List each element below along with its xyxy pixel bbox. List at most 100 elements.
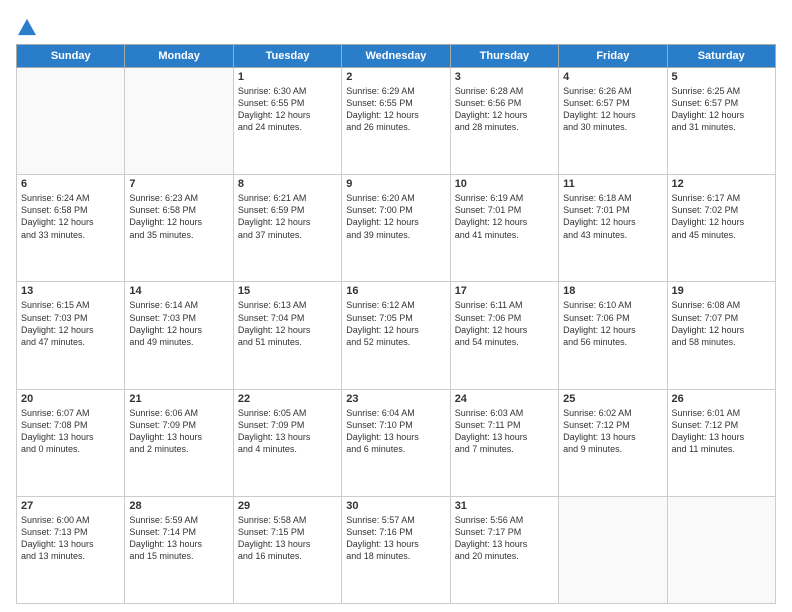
calendar-cell: 5 Sunrise: 6:25 AM Sunset: 6:57 PM Daylig…: [667, 68, 775, 175]
cell-content: Sunrise: 6:10 AM Sunset: 7:06 PM Dayligh…: [563, 299, 662, 348]
calendar-week-row: 6 Sunrise: 6:24 AM Sunset: 6:58 PM Daylig…: [17, 175, 776, 282]
calendar-cell: 6 Sunrise: 6:24 AM Sunset: 6:58 PM Daylig…: [17, 175, 125, 282]
calendar-cell: 26 Sunrise: 6:01 AM Sunset: 7:12 PM Dayli…: [667, 389, 775, 496]
cell-content: Sunrise: 5:56 AM Sunset: 7:17 PM Dayligh…: [455, 514, 554, 563]
cell-content: Sunrise: 6:08 AM Sunset: 7:07 PM Dayligh…: [672, 299, 771, 348]
cell-content: Sunrise: 5:58 AM Sunset: 7:15 PM Dayligh…: [238, 514, 337, 563]
cell-content: Sunrise: 6:23 AM Sunset: 6:58 PM Dayligh…: [129, 192, 228, 241]
calendar-cell: [125, 68, 233, 175]
calendar-cell: 8 Sunrise: 6:21 AM Sunset: 6:59 PM Daylig…: [233, 175, 341, 282]
calendar-cell: 13 Sunrise: 6:15 AM Sunset: 7:03 PM Dayli…: [17, 282, 125, 389]
day-number: 28: [129, 500, 228, 512]
cell-content: Sunrise: 6:02 AM Sunset: 7:12 PM Dayligh…: [563, 407, 662, 456]
calendar-cell: [667, 496, 775, 603]
cell-content: Sunrise: 6:17 AM Sunset: 7:02 PM Dayligh…: [672, 192, 771, 241]
day-number: 22: [238, 393, 337, 405]
cell-content: Sunrise: 6:19 AM Sunset: 7:01 PM Dayligh…: [455, 192, 554, 241]
logo-icon: [18, 18, 36, 36]
cell-content: Sunrise: 6:04 AM Sunset: 7:10 PM Dayligh…: [346, 407, 445, 456]
day-number: 30: [346, 500, 445, 512]
cell-content: Sunrise: 6:21 AM Sunset: 6:59 PM Dayligh…: [238, 192, 337, 241]
calendar-cell: 3 Sunrise: 6:28 AM Sunset: 6:56 PM Daylig…: [450, 68, 558, 175]
calendar-day-header: Friday: [559, 45, 667, 68]
calendar-cell: 17 Sunrise: 6:11 AM Sunset: 7:06 PM Dayli…: [450, 282, 558, 389]
cell-content: Sunrise: 6:11 AM Sunset: 7:06 PM Dayligh…: [455, 299, 554, 348]
calendar-cell: 15 Sunrise: 6:13 AM Sunset: 7:04 PM Dayli…: [233, 282, 341, 389]
cell-content: Sunrise: 6:07 AM Sunset: 7:08 PM Dayligh…: [21, 407, 120, 456]
calendar-cell: 25 Sunrise: 6:02 AM Sunset: 7:12 PM Dayli…: [559, 389, 667, 496]
day-number: 21: [129, 393, 228, 405]
cell-content: Sunrise: 6:12 AM Sunset: 7:05 PM Dayligh…: [346, 299, 445, 348]
day-number: 19: [672, 285, 771, 297]
calendar-cell: 28 Sunrise: 5:59 AM Sunset: 7:14 PM Dayli…: [125, 496, 233, 603]
day-number: 31: [455, 500, 554, 512]
day-number: 6: [21, 178, 120, 190]
day-number: 11: [563, 178, 662, 190]
calendar-cell: [17, 68, 125, 175]
calendar-cell: 4 Sunrise: 6:26 AM Sunset: 6:57 PM Daylig…: [559, 68, 667, 175]
calendar-cell: 21 Sunrise: 6:06 AM Sunset: 7:09 PM Dayli…: [125, 389, 233, 496]
day-number: 1: [238, 71, 337, 83]
calendar-cell: 20 Sunrise: 6:07 AM Sunset: 7:08 PM Dayli…: [17, 389, 125, 496]
cell-content: Sunrise: 6:13 AM Sunset: 7:04 PM Dayligh…: [238, 299, 337, 348]
cell-content: Sunrise: 6:15 AM Sunset: 7:03 PM Dayligh…: [21, 299, 120, 348]
day-number: 24: [455, 393, 554, 405]
calendar-cell: 29 Sunrise: 5:58 AM Sunset: 7:15 PM Dayli…: [233, 496, 341, 603]
calendar-cell: 1 Sunrise: 6:30 AM Sunset: 6:55 PM Daylig…: [233, 68, 341, 175]
day-number: 10: [455, 178, 554, 190]
day-number: 29: [238, 500, 337, 512]
calendar-cell: 22 Sunrise: 6:05 AM Sunset: 7:09 PM Dayli…: [233, 389, 341, 496]
day-number: 8: [238, 178, 337, 190]
day-number: 3: [455, 71, 554, 83]
cell-content: Sunrise: 6:26 AM Sunset: 6:57 PM Dayligh…: [563, 85, 662, 134]
day-number: 4: [563, 71, 662, 83]
day-number: 12: [672, 178, 771, 190]
cell-content: Sunrise: 6:20 AM Sunset: 7:00 PM Dayligh…: [346, 192, 445, 241]
calendar-cell: 7Sunrise: 6:23 AM Sunset: 6:58 PM Daylig…: [125, 175, 233, 282]
cell-content: Sunrise: 6:30 AM Sunset: 6:55 PM Dayligh…: [238, 85, 337, 134]
day-number: 25: [563, 393, 662, 405]
cell-content: Sunrise: 6:06 AM Sunset: 7:09 PM Dayligh…: [129, 407, 228, 456]
calendar-cell: [559, 496, 667, 603]
calendar-cell: 12 Sunrise: 6:17 AM Sunset: 7:02 PM Dayli…: [667, 175, 775, 282]
day-number: 9: [346, 178, 445, 190]
calendar-day-header: Saturday: [667, 45, 775, 68]
day-number: 2: [346, 71, 445, 83]
cell-content: Sunrise: 5:57 AM Sunset: 7:16 PM Dayligh…: [346, 514, 445, 563]
calendar-cell: 31 Sunrise: 5:56 AM Sunset: 7:17 PM Dayli…: [450, 496, 558, 603]
calendar-day-header: Monday: [125, 45, 233, 68]
cell-content: Sunrise: 5:59 AM Sunset: 7:14 PM Dayligh…: [129, 514, 228, 563]
calendar-cell: 9 Sunrise: 6:20 AM Sunset: 7:00 PM Daylig…: [342, 175, 450, 282]
cell-content: Sunrise: 6:24 AM Sunset: 6:58 PM Dayligh…: [21, 192, 120, 241]
cell-content: Sunrise: 6:25 AM Sunset: 6:57 PM Dayligh…: [672, 85, 771, 134]
day-number: 15: [238, 285, 337, 297]
day-number: 18: [563, 285, 662, 297]
page: SundayMondayTuesdayWednesdayThursdayFrid…: [0, 0, 792, 612]
cell-content: Sunrise: 6:00 AM Sunset: 7:13 PM Dayligh…: [21, 514, 120, 563]
calendar-cell: 18 Sunrise: 6:10 AM Sunset: 7:06 PM Dayli…: [559, 282, 667, 389]
calendar-week-row: 13 Sunrise: 6:15 AM Sunset: 7:03 PM Dayli…: [17, 282, 776, 389]
day-number: 20: [21, 393, 120, 405]
calendar-day-header: Thursday: [450, 45, 558, 68]
day-number: 17: [455, 285, 554, 297]
day-number: 27: [21, 500, 120, 512]
day-number: 23: [346, 393, 445, 405]
cell-content: Sunrise: 6:29 AM Sunset: 6:55 PM Dayligh…: [346, 85, 445, 134]
calendar-week-row: 27 Sunrise: 6:00 AM Sunset: 7:13 PM Dayli…: [17, 496, 776, 603]
calendar-day-header: Wednesday: [342, 45, 450, 68]
cell-content: Sunrise: 6:05 AM Sunset: 7:09 PM Dayligh…: [238, 407, 337, 456]
logo: [16, 16, 36, 36]
calendar-cell: 23 Sunrise: 6:04 AM Sunset: 7:10 PM Dayli…: [342, 389, 450, 496]
cell-content: Sunrise: 6:01 AM Sunset: 7:12 PM Dayligh…: [672, 407, 771, 456]
day-number: 5: [672, 71, 771, 83]
day-number: 13: [21, 285, 120, 297]
calendar-table: SundayMondayTuesdayWednesdayThursdayFrid…: [16, 44, 776, 604]
header: [16, 12, 776, 36]
calendar-cell: 11 Sunrise: 6:18 AM Sunset: 7:01 PM Dayli…: [559, 175, 667, 282]
calendar-week-row: 20 Sunrise: 6:07 AM Sunset: 7:08 PM Dayli…: [17, 389, 776, 496]
cell-content: Sunrise: 6:14 AM Sunset: 7:03 PM Dayligh…: [129, 299, 228, 348]
cell-content: Sunrise: 6:18 AM Sunset: 7:01 PM Dayligh…: [563, 192, 662, 241]
day-number: 26: [672, 393, 771, 405]
calendar-week-row: 1 Sunrise: 6:30 AM Sunset: 6:55 PM Daylig…: [17, 68, 776, 175]
cell-content: Sunrise: 6:28 AM Sunset: 6:56 PM Dayligh…: [455, 85, 554, 134]
